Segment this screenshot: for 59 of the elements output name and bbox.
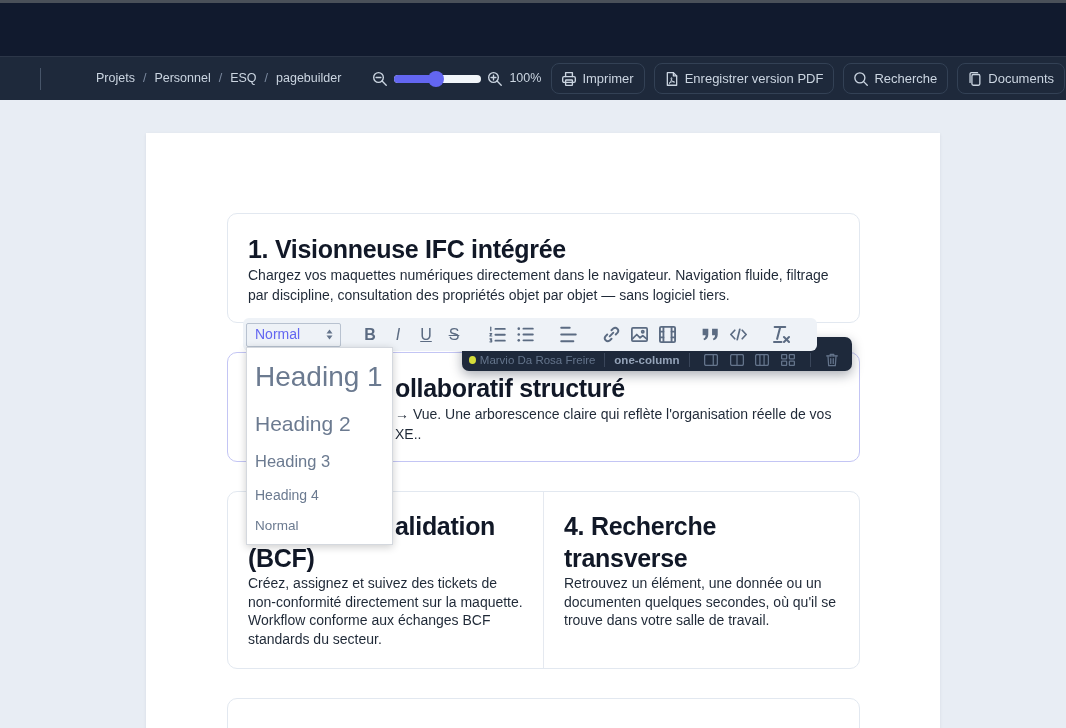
printer-icon	[562, 71, 577, 86]
breadcrumb-link[interactable]: Projets	[96, 69, 135, 88]
author-name: Marvio Da Rosa Freire	[479, 353, 596, 367]
section-text: Chargez vos maquettes numériques directement dans le navigateur. Navigation fluide, filtrage par discipline, consultation des propriétés objet par objet — sans logiciel tiers.	[248, 266, 830, 305]
ordered-list-icon	[488, 326, 506, 343]
pdf-file-icon	[664, 71, 679, 86]
quote-icon	[701, 326, 719, 343]
section-heading: 4. Recherche transverse	[564, 511, 718, 574]
zoom-in-button[interactable]	[488, 71, 503, 86]
section-heading: ollaboratif structuré	[395, 373, 625, 404]
breadcrumb-separator: /	[218, 70, 223, 88]
zoom-in-icon	[488, 71, 503, 86]
bold-button[interactable]: B	[356, 322, 384, 347]
italic-button[interactable]: I	[384, 322, 412, 347]
section-text: Créez, assignez et suivez des tickets de non-conformité directement sur la maquette. Workflow conforme aux échanges BCF standards du secteur.	[248, 574, 523, 648]
zoom-out-icon	[373, 71, 388, 86]
dropdown-option[interactable]: Heading 1	[247, 349, 392, 405]
breadcrumb-link[interactable]: pagebuilder	[276, 69, 342, 88]
trash-icon	[826, 353, 839, 367]
breadcrumb-link[interactable]: Personnel	[154, 69, 211, 88]
sort-arrows-icon	[326, 329, 333, 340]
save-pdf-button[interactable]: Enregistrer version PDF	[653, 63, 835, 94]
breadcrumb-link[interactable]: ESQ	[230, 69, 257, 88]
dropdown-option[interactable]: Heading 2	[247, 405, 392, 443]
sidebar-layout-icon	[704, 354, 719, 366]
image-icon	[630, 326, 648, 343]
grid-layout-icon	[780, 354, 795, 366]
align-left-icon	[559, 326, 577, 343]
breadcrumb-separator: /	[264, 70, 269, 88]
film-icon	[658, 326, 676, 343]
section-heading: (BCF)	[248, 543, 315, 574]
status-dot-icon	[469, 356, 476, 364]
format-select[interactable]: Normal	[246, 322, 341, 347]
print-button[interactable]: Imprimer	[551, 63, 645, 94]
section-text: → Vue. Une arborescence claire qui reflète l'organisation réelle de vos XE..	[395, 405, 832, 444]
dropdown-option[interactable]: Normal	[247, 511, 392, 541]
underline-button[interactable]: U	[412, 322, 440, 347]
three-column-layout-icon	[755, 354, 770, 366]
strikethrough-button[interactable]: S	[440, 322, 468, 347]
two-column-layout-icon	[729, 354, 744, 366]
slider-thumb[interactable]	[428, 70, 445, 87]
section-heading: 1. Visionneuse IFC intégrée	[248, 234, 566, 265]
section-text: Retrouvez un élément, une donnée ou un documenten quelques secondes, où qu'il se trouve dans votre salle de travail.	[564, 574, 837, 630]
layout-label: one-column	[614, 353, 680, 367]
link-icon	[602, 326, 620, 343]
zoom-slider[interactable]	[394, 70, 482, 87]
search-icon	[854, 71, 869, 86]
clear-format-icon	[772, 326, 790, 343]
section-heading: alidation	[395, 511, 496, 542]
dropdown-option[interactable]: Heading 3	[247, 443, 392, 479]
bullet-list-icon	[516, 326, 534, 343]
search-button[interactable]: Recherche	[843, 63, 949, 94]
zoom-reading: 100%	[509, 70, 542, 88]
zoom-out-button[interactable]	[373, 71, 388, 86]
documents-icon	[968, 71, 983, 86]
dropdown-option[interactable]: Heading 4	[247, 479, 392, 511]
code-icon	[729, 326, 747, 343]
documents-button[interactable]: Documents	[957, 63, 1065, 94]
breadcrumb-separator: /	[142, 70, 147, 88]
